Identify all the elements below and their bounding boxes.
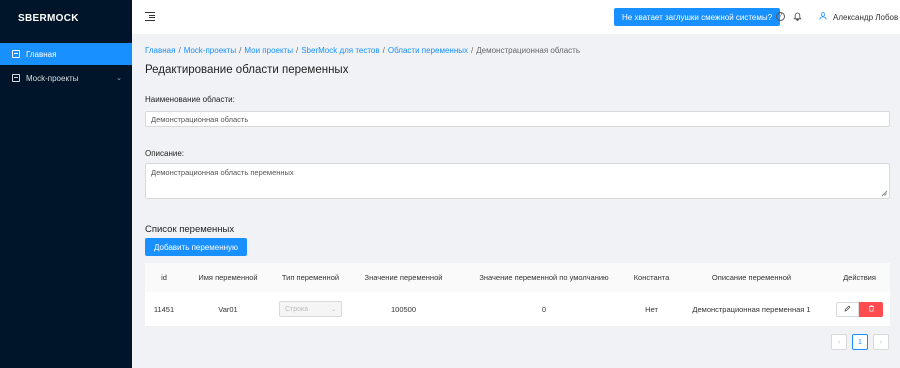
sidebar: SBERMOCK Главная Mock-проекты ⌄ (0, 0, 132, 368)
app-logo[interactable]: SBERMOCK (0, 0, 132, 36)
sidebar-item-mock-projects[interactable]: Mock-проекты ⌄ (0, 67, 132, 89)
table-header: id Имя переменной Тип переменной Значени… (145, 263, 890, 292)
sidebar-item-label: Главная (26, 49, 57, 59)
column-header: Константа (633, 273, 670, 282)
column-header: Значение переменной по умолчанию (479, 273, 609, 282)
delete-button[interactable] (859, 301, 883, 317)
breadcrumb-mock-projects[interactable]: Mock-проекты (184, 46, 236, 55)
pagination-prev-button[interactable]: ‹ (831, 334, 847, 350)
variable-type-value: Строка (285, 305, 309, 313)
cell-description: Демонстрационная переменная 1 (692, 304, 811, 314)
table-row: 11451 Var01 Строка ⌄ 100500 0 Нет Демонс… (145, 292, 890, 327)
user-name: Александр Лобов (833, 12, 899, 22)
edit-icon (844, 305, 851, 314)
breadcrumb-separator: / (178, 46, 181, 55)
pagination-page-button[interactable]: 1 (852, 334, 868, 350)
cell-value: 100500 (390, 304, 417, 314)
user-menu[interactable]: Александр Лобов (819, 12, 898, 22)
area-name-label: Наименование области: (145, 95, 235, 104)
chevron-down-icon: ⌄ (116, 75, 122, 82)
description-textarea[interactable]: Демонстрационная область переменных (145, 163, 890, 199)
sidebar-item-label: Mock-проекты (26, 73, 79, 83)
breadcrumb-variable-areas[interactable]: Области переменных (388, 46, 468, 55)
cell-type: Строка ⌄ (273, 301, 348, 317)
column-header: Тип переменной (281, 273, 340, 282)
breadcrumb-separator: / (239, 46, 242, 55)
breadcrumb-separator: / (295, 46, 299, 55)
area-name-input[interactable]: Демонстрационная область (145, 111, 890, 127)
missing-stub-button[interactable]: Не хватает заглушки смежной системы? (614, 8, 781, 26)
breadcrumb-my-projects[interactable]: Мои проекты (244, 46, 293, 55)
cell-default-value: 0 (541, 304, 547, 314)
question-circle-icon[interactable]: ? (776, 12, 785, 21)
cell-name: Var01 (218, 304, 238, 314)
page-title: Редактирование области переменных (145, 64, 349, 76)
edit-button[interactable] (836, 301, 859, 317)
bell-icon[interactable] (793, 12, 802, 21)
add-variable-button[interactable]: Добавить переменную (145, 238, 248, 256)
breadcrumb-current: Демонстрационная область (476, 46, 580, 55)
column-header: Имя переменной (198, 273, 258, 282)
chevron-down-icon: ⌄ (330, 306, 336, 313)
breadcrumb-separator: / (382, 46, 385, 55)
column-header: Действия (843, 273, 876, 282)
sidebar-item-home[interactable]: Главная (0, 43, 132, 65)
description-label: Описание: (145, 149, 185, 158)
column-header: Значение переменной (364, 273, 443, 282)
variable-type-select[interactable]: Строка ⌄ (279, 301, 342, 317)
top-header: Не хватает заглушки смежной системы? ? А… (132, 0, 900, 34)
breadcrumb-separator: / (471, 46, 474, 55)
variables-table: id Имя переменной Тип переменной Значени… (145, 263, 890, 327)
cell-actions (829, 301, 890, 317)
cell-id: 11451 (153, 304, 175, 314)
delete-icon (868, 304, 875, 314)
dashboard-icon (12, 50, 20, 58)
resize-handle-icon[interactable] (881, 190, 887, 196)
breadcrumb: Главная / Mock-проекты / Мои проекты / SberMoc… (145, 46, 580, 55)
breadcrumb-project[interactable]: SberMock для тестов (301, 46, 379, 55)
user-icon (819, 12, 827, 22)
description-text: Демонстрационная область переменных (151, 168, 294, 177)
breadcrumb-home[interactable]: Главная (145, 46, 175, 55)
cell-constant: Нет (645, 304, 658, 314)
menu-fold-icon[interactable] (145, 12, 155, 21)
pagination-next-button[interactable]: › (873, 334, 889, 350)
column-header: id (161, 273, 167, 282)
projects-icon (12, 74, 20, 82)
column-header: Описание переменной (711, 273, 792, 282)
variables-section-title: Список переменных (145, 224, 235, 235)
